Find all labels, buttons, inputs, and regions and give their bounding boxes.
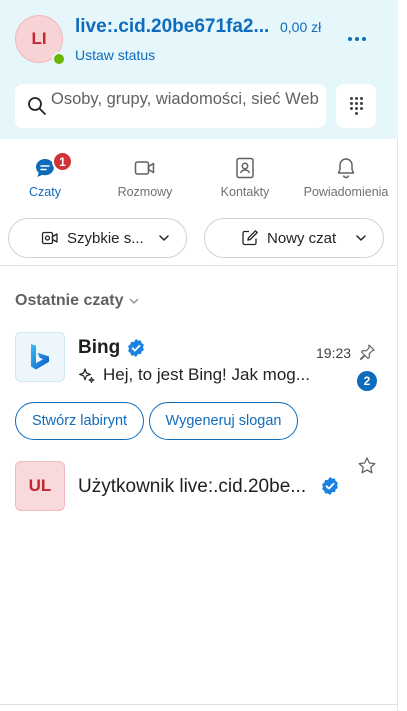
verified-badge-icon xyxy=(322,477,338,495)
tab-chats[interactable]: 1 Czaty xyxy=(0,139,90,209)
set-status-link[interactable]: Ustaw status xyxy=(75,47,155,63)
tab-notifications[interactable]: Powiadomienia xyxy=(300,139,392,209)
recent-chats-header[interactable]: Ostatnie czaty xyxy=(15,292,139,310)
new-chat-label: Nowy czat xyxy=(267,229,337,247)
tab-contacts[interactable]: Kontakty xyxy=(200,139,290,209)
suggestion-chip-maze[interactable]: Stwórz labirynt xyxy=(15,402,144,440)
user-avatar: UL xyxy=(15,461,65,511)
verified-badge-icon xyxy=(128,339,144,357)
main-tabs: 1 Czaty Rozmowy Kontakty Powiadomienia xyxy=(0,139,398,209)
tab-calls-label: Rozmowy xyxy=(117,185,173,199)
presence-online-icon xyxy=(52,52,66,66)
sparkle-icon xyxy=(79,368,95,384)
meet-now-icon xyxy=(41,231,58,245)
chevron-down-icon xyxy=(159,235,169,241)
search-input[interactable]: Osoby, grupy, wiadomości, sieć Web xyxy=(15,84,326,128)
chat-preview: Hej, to jest Bing! Jak mog... xyxy=(103,365,310,384)
tab-contacts-label: Kontakty xyxy=(220,185,270,199)
pin-icon[interactable] xyxy=(358,343,376,361)
divider xyxy=(0,704,398,705)
chevron-down-icon xyxy=(356,235,366,241)
more-dot-icon xyxy=(348,37,352,41)
scrollbar[interactable] xyxy=(398,0,407,711)
profile-header: LI live:.cid.20be671fa2... 0,00 zł Ustaw… xyxy=(0,0,398,139)
quick-actions-button[interactable]: Szybkie s... xyxy=(8,218,187,258)
bing-logo-icon xyxy=(31,344,49,370)
tab-notifications-label: Powiadomienia xyxy=(303,185,389,199)
chat-name: Bing xyxy=(78,337,121,358)
divider xyxy=(0,265,398,266)
contacts-icon xyxy=(236,157,254,179)
more-options-button[interactable] xyxy=(342,26,372,52)
search-icon xyxy=(28,97,46,115)
recent-chats-title: Ostatnie czaty xyxy=(15,292,124,309)
chevron-down-icon xyxy=(130,298,139,304)
favorite-star-icon[interactable] xyxy=(357,456,377,476)
compose-icon xyxy=(242,230,258,246)
app-panel: LI live:.cid.20be671fa2... 0,00 zł Ustaw… xyxy=(0,0,398,711)
bell-icon xyxy=(337,158,355,179)
more-dot-icon xyxy=(355,37,359,41)
video-icon xyxy=(134,161,155,175)
tab-calls[interactable]: Rozmowy xyxy=(100,139,190,209)
quick-actions-label: Szybkie s... xyxy=(67,229,144,247)
chat-time: 19:23 xyxy=(316,345,352,361)
more-dot-icon xyxy=(362,37,366,41)
new-chat-button[interactable]: Nowy czat xyxy=(204,218,384,258)
tab-chats-label: Czaty xyxy=(29,185,61,199)
user-name[interactable]: live:.cid.20be671fa2... xyxy=(75,16,275,38)
bing-avatar xyxy=(15,332,65,382)
suggestion-chip-slogan[interactable]: Wygeneruj slogan xyxy=(149,402,298,440)
unread-chats-badge: 1 xyxy=(52,151,73,172)
chat-name: Użytkownik live:.cid.20be... xyxy=(78,476,307,497)
search-placeholder: Osoby, grupy, wiadomości, sieć Web xyxy=(51,90,319,108)
dialpad-button[interactable] xyxy=(336,84,376,128)
unread-count-badge: 2 xyxy=(357,371,377,391)
credit-balance[interactable]: 0,00 zł xyxy=(280,19,321,35)
